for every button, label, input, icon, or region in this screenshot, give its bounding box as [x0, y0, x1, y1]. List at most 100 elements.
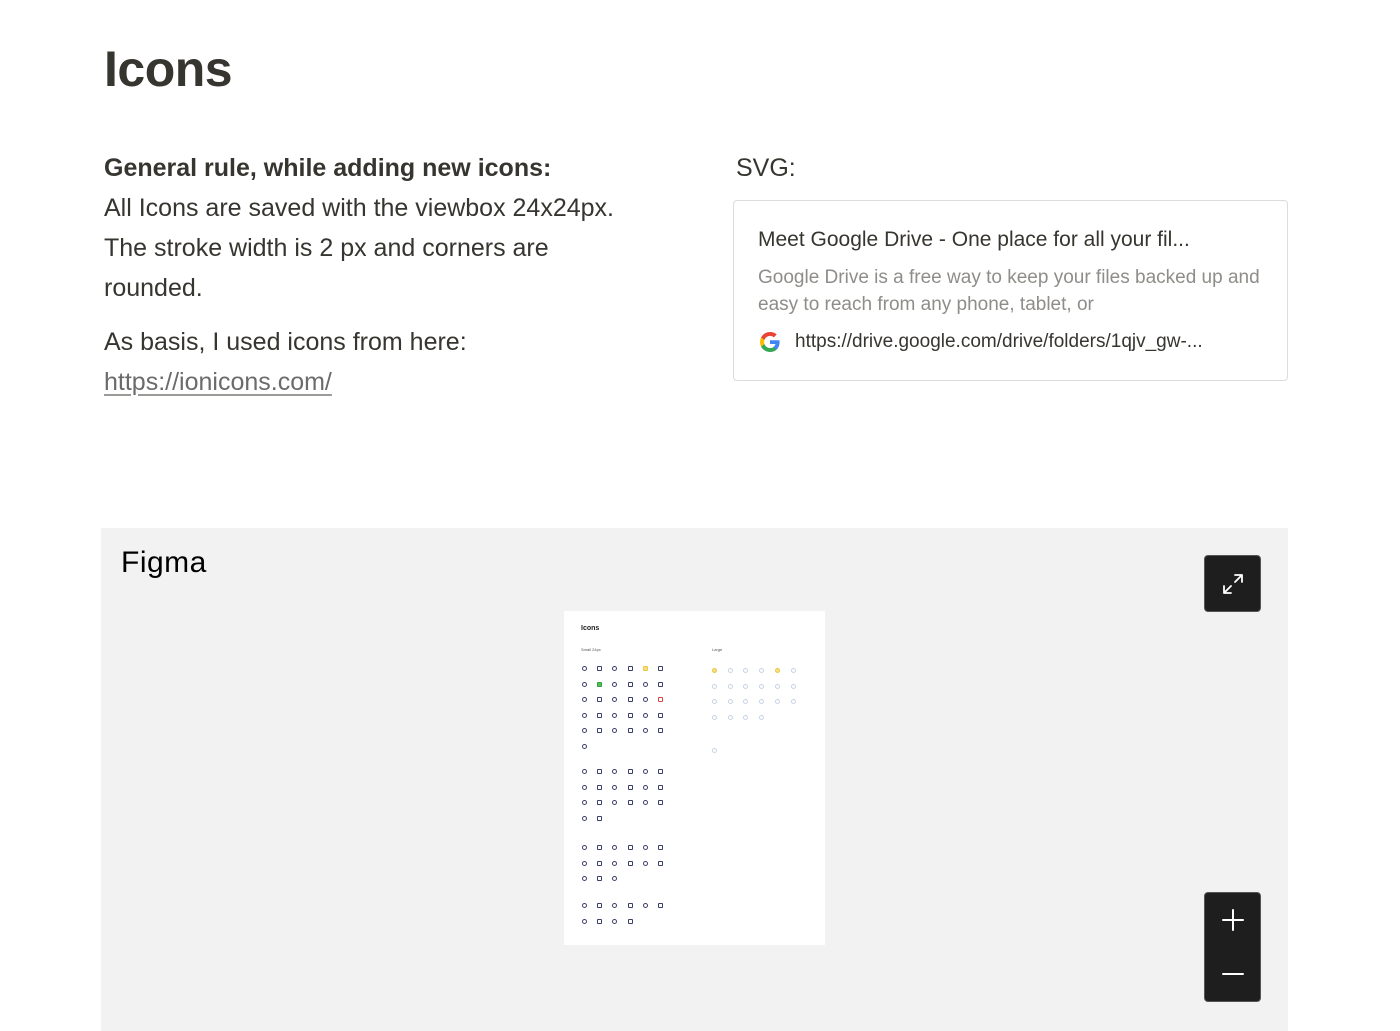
thumbnail-icon	[597, 769, 602, 774]
thumbnail-icon	[643, 697, 648, 702]
thumbnail-icon	[582, 784, 587, 790]
thumbnail-icon	[612, 784, 617, 790]
thumbnail-icon	[582, 743, 587, 749]
thumbnail-icon	[597, 681, 602, 687]
thumbnail-icon	[712, 668, 717, 673]
basis-text: As basis, I used icons from here:	[104, 328, 467, 356]
thumbnail-icon	[658, 784, 663, 790]
thumbnail-icon	[582, 860, 587, 866]
thumbnail-icon	[612, 712, 617, 718]
thumbnail-icon	[628, 860, 633, 866]
thumbnail-icon	[712, 683, 717, 689]
thumbnail-icon	[582, 903, 587, 908]
thumbnail-icon	[597, 800, 602, 805]
thumbnail-icon	[643, 712, 648, 718]
google-g-icon	[760, 332, 780, 352]
bookmark-description: Google Drive is a free way to keep your …	[758, 267, 1260, 315]
thumbnail-icon	[643, 784, 648, 790]
thumbnail-icon	[791, 699, 796, 704]
thumbnail-icon	[582, 666, 587, 671]
thumbnail-icon	[597, 903, 602, 908]
thumbnail-icon	[612, 697, 617, 702]
frame-small-label: Small 24px	[581, 647, 601, 652]
thumbnail-icon	[743, 714, 748, 720]
thumbnail-icon	[759, 668, 764, 673]
thumbnail-icon	[612, 769, 617, 774]
thumbnail-icon	[643, 860, 648, 866]
figma-logo: Figma	[121, 546, 207, 579]
thumbnail-icon	[612, 681, 617, 687]
ionicons-link[interactable]: https://ionicons.com/	[104, 368, 332, 396]
thumbnail-icon	[658, 666, 663, 671]
thumbnail-icon	[612, 800, 617, 805]
thumbnail-icon	[643, 728, 648, 733]
figma-canvas-frame[interactable]: Icons Small 24px Large	[564, 611, 825, 945]
thumbnail-icon	[759, 699, 764, 704]
thumbnail-icon	[759, 683, 764, 689]
thumbnail-icon	[712, 699, 717, 704]
thumbnail-icon	[612, 903, 617, 908]
thumbnail-icon	[643, 681, 648, 687]
thumbnail-icon	[712, 748, 717, 753]
thumbnail-icon	[582, 815, 587, 821]
thumbnail-icon	[597, 845, 602, 850]
thumbnail-icon	[643, 666, 648, 671]
thumbnail-icon	[628, 800, 633, 805]
thumbnail-icon	[582, 681, 587, 687]
thumbnail-icon	[628, 769, 633, 774]
figma-embed[interactable]: Figma Icons Small 24px Large	[101, 528, 1288, 1031]
thumbnail-icon	[712, 714, 717, 720]
thumbnail-icon	[658, 728, 663, 733]
thumbnail-icon	[628, 728, 633, 733]
thumbnail-icon	[743, 668, 748, 673]
thumbnail-icon	[612, 728, 617, 733]
expand-button[interactable]	[1204, 555, 1261, 612]
bookmark-title: Meet Google Drive - One place for all yo…	[758, 228, 1190, 251]
thumbnail-icon	[597, 697, 602, 702]
svg-label: SVG:	[736, 154, 796, 182]
thumbnail-icon	[582, 728, 587, 733]
rules-viewbox-text: All Icons are saved with the viewbox 24x…	[104, 194, 614, 222]
thumbnail-icon	[612, 876, 617, 881]
minus-icon	[1221, 973, 1244, 975]
thumbnail-icon	[628, 845, 633, 850]
thumbnail-icon	[775, 699, 780, 704]
thumbnail-icon	[628, 784, 633, 790]
frame-large-label: Large	[712, 647, 723, 652]
thumbnail-icon	[612, 918, 617, 924]
rules-heading: General rule, while adding new icons:	[104, 154, 552, 182]
thumbnail-icon	[728, 683, 733, 689]
thumbnail-icon	[658, 697, 663, 702]
thumbnail-icon	[658, 860, 663, 866]
thumbnail-icon	[628, 697, 633, 702]
thumbnail-icon	[791, 683, 796, 689]
thumbnail-icon	[658, 845, 663, 850]
thumbnail-icon	[597, 666, 602, 671]
expand-arrows-icon	[1222, 573, 1243, 594]
thumbnail-icon	[728, 699, 733, 704]
thumbnail-icon	[658, 903, 663, 908]
bookmark-url-row: https://drive.google.com/drive/folders/1…	[758, 330, 1263, 354]
thumbnail-icon	[743, 683, 748, 689]
thumbnail-icon	[582, 845, 587, 850]
thumbnail-icon	[597, 712, 602, 718]
thumbnail-icon	[582, 800, 587, 805]
thumbnail-icon	[628, 681, 633, 687]
zoom-in-button[interactable]	[1205, 893, 1260, 947]
thumbnail-icon	[628, 712, 633, 718]
google-drive-bookmark[interactable]: Meet Google Drive - One place for all yo…	[733, 200, 1288, 381]
thumbnail-icon	[643, 845, 648, 850]
page-title: Icons	[104, 41, 233, 97]
thumbnail-icon	[628, 903, 633, 908]
thumbnail-icon	[775, 668, 780, 673]
thumbnail-icon	[658, 712, 663, 718]
thumbnail-icon	[643, 800, 648, 805]
frame-title: Icons	[581, 625, 600, 632]
thumbnail-icon	[775, 683, 780, 689]
thumbnail-icon	[658, 800, 663, 805]
thumbnail-icon	[582, 712, 587, 718]
thumbnail-icon	[759, 714, 764, 720]
thumbnail-icon	[612, 860, 617, 866]
thumbnail-icon	[628, 666, 633, 671]
zoom-out-button[interactable]	[1205, 947, 1260, 1001]
